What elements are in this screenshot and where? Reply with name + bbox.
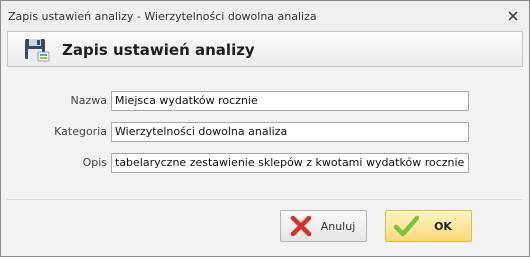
description-label: Opis	[82, 156, 107, 169]
footer-separator	[7, 199, 523, 200]
category-label: Kategoria	[54, 125, 107, 138]
window-title: Zapis ustawień analizy - Wierzytelności …	[8, 10, 317, 23]
form-panel: Nazwa Miejsca wydatków rocznie Kategoria…	[7, 67, 523, 197]
cancel-x-icon	[290, 215, 312, 237]
title-bar[interactable]: Zapis ustawień analizy - Wierzytelności …	[1, 1, 529, 31]
description-field[interactable]: tabelaryczne zestawienie sklepów z kwota…	[111, 153, 469, 173]
close-button[interactable]	[506, 9, 520, 23]
name-label: Nazwa	[70, 94, 107, 107]
dialog-heading: Zapis ustawień analizy	[62, 41, 255, 59]
save-disk-icon	[25, 39, 50, 62]
dialog-header: Zapis ustawień analizy	[7, 31, 523, 67]
name-field[interactable]: Miejsca wydatków rocznie	[111, 91, 469, 111]
cancel-button[interactable]: Anuluj	[280, 210, 367, 242]
category-field[interactable]: Wierzytelności dowolna analiza	[111, 122, 469, 142]
ok-button[interactable]: OK	[385, 210, 472, 242]
close-icon	[508, 11, 518, 21]
checkmark-icon	[393, 215, 419, 237]
cancel-button-label: Anuluj	[320, 219, 356, 233]
ok-button-label: OK	[434, 219, 452, 233]
dialog-window: Zapis ustawień analizy - Wierzytelności …	[0, 0, 530, 257]
